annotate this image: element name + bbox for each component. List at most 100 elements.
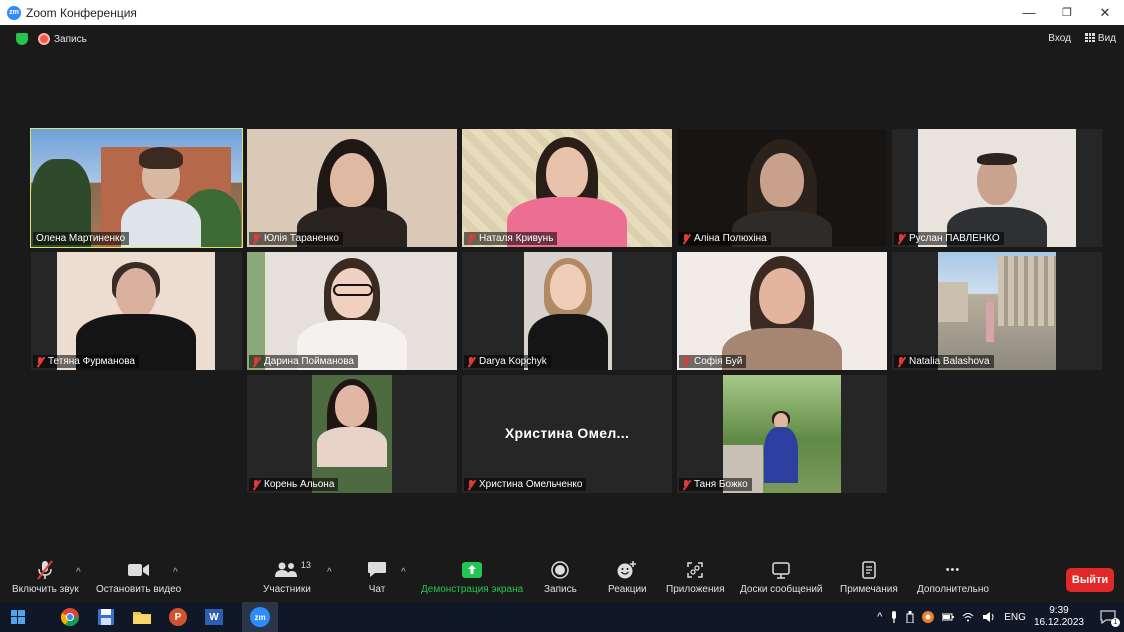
recording-indicator-icon[interactable] <box>38 33 50 45</box>
video-feed <box>312 375 392 493</box>
participants-count: 13 <box>300 560 311 570</box>
chat-options-caret[interactable]: ^ <box>401 567 406 578</box>
notes-label: Примечания <box>840 584 898 595</box>
video-tile[interactable]: Христина Омел... Христина Омельченко <box>462 375 672 493</box>
video-tile[interactable]: Корень Альона <box>247 375 457 493</box>
chrome-app[interactable] <box>52 602 88 632</box>
participant-nametag: Natalia Balashova <box>894 355 994 368</box>
apps-label: Приложения <box>666 584 725 595</box>
avast-icon[interactable] <box>922 611 935 623</box>
video-tile[interactable]: Дарина Пойманова <box>247 252 457 370</box>
leave-button[interactable]: Выйти <box>1066 568 1114 592</box>
windows-taskbar: P W zm ^ ENG 9:39 16.12.2023 1 <box>0 602 1124 632</box>
participant-nametag: Корень Альона <box>249 478 339 491</box>
notification-center-icon[interactable]: 1 <box>1100 610 1120 627</box>
unmute-button[interactable]: Включить звук <box>12 559 79 595</box>
tray-expand-icon[interactable]: ^ <box>877 611 882 623</box>
video-tile[interactable]: Руслан ПАВЛЕНКО <box>892 129 1102 247</box>
powerpoint-icon: P <box>169 608 187 626</box>
window-title: Zoom Конференция <box>26 5 137 20</box>
video-options-caret[interactable]: ^ <box>173 567 178 578</box>
participants-label: Участники <box>263 584 311 595</box>
muted-mic-icon <box>682 479 691 490</box>
window-controls: — ❐ ✕ <box>1010 0 1124 25</box>
video-off-name: Христина Омел... <box>504 425 630 441</box>
video-feed <box>677 129 887 247</box>
zoom-logo-icon: zm <box>7 5 21 20</box>
participant-nametag: Олена Мартиненко <box>33 232 130 245</box>
muted-mic-icon <box>36 356 45 367</box>
participant-nametag: Дарина Пойманова <box>249 355 358 368</box>
minimize-button[interactable]: — <box>1010 0 1048 25</box>
muted-mic-icon <box>252 233 261 244</box>
video-tile[interactable]: Наталя Кривунь <box>462 129 672 247</box>
wifi-icon[interactable] <box>962 612 974 622</box>
record-button[interactable]: Запись <box>544 559 577 595</box>
close-button[interactable]: ✕ <box>1086 0 1124 25</box>
participant-nametag: Юлія Тараненко <box>249 232 343 245</box>
view-button[interactable]: Вид <box>1084 33 1116 44</box>
usb-device-icon[interactable] <box>906 611 914 623</box>
more-button[interactable]: ••• Дополнительно <box>917 559 989 595</box>
reactions-button[interactable]: Реакции <box>608 559 647 595</box>
chat-bubble-icon <box>367 559 387 581</box>
meeting-area: Запись Вход Вид Олена Мартиненко Юлія Та… <box>0 25 1124 551</box>
meeting-status-bar: Запись <box>16 33 87 45</box>
word-app[interactable]: W <box>196 602 232 632</box>
windows-start-icon <box>11 610 25 624</box>
video-camera-icon <box>127 559 150 581</box>
file-explorer-app[interactable] <box>124 602 160 632</box>
apps-button[interactable]: Приложения <box>666 559 725 595</box>
more-dots-icon: ••• <box>945 564 961 576</box>
participants-options-caret[interactable]: ^ <box>327 567 332 578</box>
muted-mic-icon <box>35 559 55 581</box>
video-feed <box>938 252 1056 370</box>
participants-button[interactable]: 13 Участники <box>263 559 311 595</box>
video-feed <box>918 129 1076 247</box>
video-feed <box>723 375 841 493</box>
language-indicator[interactable]: ENG <box>1004 612 1026 623</box>
clock-time: 9:39 <box>1049 605 1069 616</box>
security-shield-icon[interactable] <box>16 33 28 45</box>
participant-nametag: Тетяна Фурманова <box>33 355 139 368</box>
muted-mic-icon <box>252 479 261 490</box>
windows-start-button[interactable] <box>0 602 36 632</box>
notes-button[interactable]: Примечания <box>840 559 898 595</box>
restore-button[interactable]: ❐ <box>1048 0 1086 25</box>
chat-label: Чат <box>368 584 386 595</box>
participant-nametag: Руслан ПАВЛЕНКО <box>894 232 1004 245</box>
participants-icon: 13 <box>274 559 311 581</box>
zoom-app[interactable]: zm <box>242 602 278 632</box>
video-tile[interactable]: Natalia Balashova <box>892 252 1102 370</box>
video-feed <box>462 129 672 247</box>
signin-button[interactable]: Вход <box>1048 33 1071 44</box>
video-tile[interactable]: Юлія Тараненко <box>247 129 457 247</box>
whiteboard-icon <box>771 559 791 581</box>
save-app[interactable] <box>88 602 124 632</box>
muted-mic-icon <box>467 233 476 244</box>
video-tile[interactable]: Таня Божко <box>677 375 887 493</box>
battery-icon[interactable] <box>942 612 955 622</box>
grid-view-icon <box>1084 33 1095 42</box>
clock[interactable]: 9:39 16.12.2023 <box>1034 605 1084 629</box>
whiteboards-button[interactable]: Доски сообщений <box>740 559 823 595</box>
notification-count: 1 <box>1111 618 1120 627</box>
file-explorer-icon <box>133 612 151 624</box>
participant-nametag: Софія Буй <box>679 355 747 368</box>
reactions-label: Реакции <box>608 584 647 595</box>
video-tile[interactable]: Darya Kopchyk <box>462 252 672 370</box>
chat-button[interactable]: Чат <box>367 559 387 595</box>
video-tile[interactable]: Софія Буй <box>677 252 887 370</box>
powerpoint-app[interactable]: P <box>160 602 196 632</box>
microphone-icon[interactable] <box>890 611 898 623</box>
stop-video-button[interactable]: Остановить видео <box>96 559 181 595</box>
more-label: Дополнительно <box>917 584 989 595</box>
video-tile[interactable]: Аліна Полюхіна <box>677 129 887 247</box>
speaker-icon[interactable] <box>982 611 996 623</box>
share-screen-icon <box>461 559 483 581</box>
video-tile[interactable]: Олена Мартиненко <box>30 128 243 248</box>
unmute-label: Включить звук <box>12 584 79 595</box>
share-screen-button[interactable]: Демонстрация экрана <box>421 559 523 595</box>
video-tile[interactable]: Тетяна Фурманова <box>31 252 242 370</box>
audio-options-caret[interactable]: ^ <box>76 567 81 578</box>
